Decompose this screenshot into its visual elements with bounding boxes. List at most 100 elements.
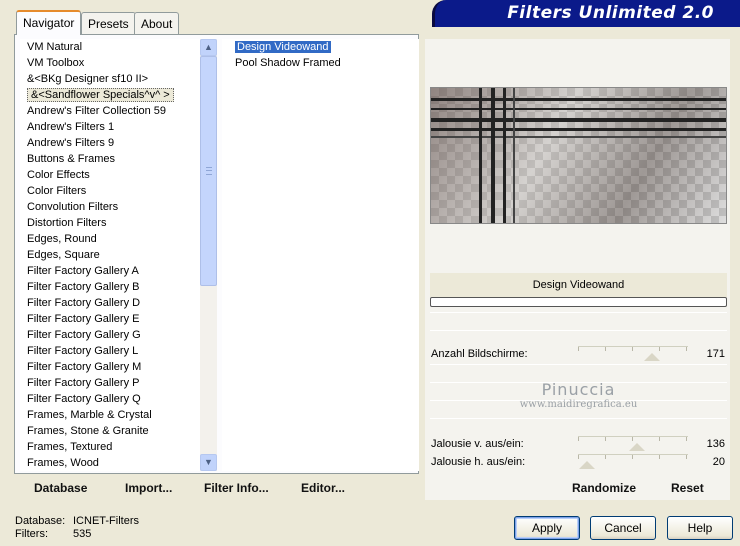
category-item[interactable]: Filter Factory Gallery Q: [20, 391, 200, 407]
cancel-button[interactable]: Cancel: [590, 516, 656, 540]
category-item-label: Filter Factory Gallery P: [27, 377, 140, 389]
category-item[interactable]: Frames, Textured: [20, 439, 200, 455]
tab-navigator[interactable]: Navigator: [16, 10, 82, 35]
filter-item-label: Pool Shadow Framed: [235, 57, 341, 69]
slider-tick: [659, 347, 660, 351]
slider-tick: [578, 455, 579, 459]
category-item-label: Andrew's Filters 1: [27, 121, 115, 133]
editor-button[interactable]: Editor...: [301, 481, 345, 495]
filter-item[interactable]: Design Videowand: [222, 39, 419, 55]
category-item-label: Color Filters: [27, 185, 87, 197]
help-button[interactable]: Help: [667, 516, 733, 540]
filter-list[interactable]: Design Videowand Pool Shadow Framed: [222, 39, 419, 471]
param-slider[interactable]: [578, 346, 688, 363]
category-item-label: VM Natural: [27, 41, 83, 53]
category-item[interactable]: Filter Factory Gallery P: [20, 375, 200, 391]
randomize-button[interactable]: Randomize: [572, 481, 636, 495]
category-item[interactable]: Filter Factory Gallery G: [20, 327, 200, 343]
scroll-thumb[interactable]: [200, 56, 217, 286]
tab-about[interactable]: About: [134, 12, 180, 34]
category-item[interactable]: Andrew's Filter Collection 59: [20, 103, 200, 119]
category-item-label: Andrew's Filter Collection 59: [27, 105, 167, 117]
category-item[interactable]: VM Toolbox: [20, 55, 200, 71]
category-item[interactable]: Andrew's Filters 1: [20, 119, 200, 135]
title-banner: Filters Unlimited 2.0: [432, 0, 740, 27]
slider-tick: [686, 347, 687, 351]
category-item[interactable]: Color Filters: [20, 183, 200, 199]
category-item[interactable]: Filter Factory Gallery M: [20, 359, 200, 375]
param-label: Jalousie v. aus/ein:: [431, 438, 524, 450]
status-filters: Filters: 535: [15, 528, 91, 540]
param-row-empty: [430, 418, 727, 435]
reset-button[interactable]: Reset: [671, 481, 704, 495]
category-item-label: Color Effects: [27, 169, 90, 181]
filter-item-label: Design Videowand: [235, 41, 331, 53]
category-item-label: Filter Factory Gallery M: [27, 361, 142, 373]
watermark-name: Pinuccia: [541, 380, 616, 399]
category-item[interactable]: Distortion Filters: [20, 215, 200, 231]
param-value: 136: [706, 438, 725, 450]
category-item-label: Frames, Marble & Crystal: [27, 409, 152, 421]
param-value: 171: [706, 348, 725, 360]
param-label: Jalousie h. aus/ein:: [431, 456, 526, 468]
slider-tick: [605, 437, 606, 441]
filter-item[interactable]: Pool Shadow Framed: [222, 55, 419, 71]
param-slider[interactable]: [578, 436, 688, 453]
category-list[interactable]: VM Natural VM Toolbox &<BKg Designer sf10 …: [20, 39, 200, 471]
apply-button[interactable]: Apply: [514, 516, 580, 540]
status-database: Database: ICNET-Filters: [15, 515, 139, 527]
status-database-value: ICNET-Filters: [73, 515, 139, 527]
slider-tick: [632, 347, 633, 351]
param-slider[interactable]: [578, 454, 688, 471]
category-item-label: Buttons & Frames: [27, 153, 116, 165]
category-item[interactable]: Convolution Filters: [20, 199, 200, 215]
category-item-label: Distortion Filters: [27, 217, 107, 229]
scroll-down-button[interactable]: ▼: [200, 454, 217, 471]
category-item[interactable]: Frames, Wood: [20, 455, 200, 471]
import-button[interactable]: Import...: [125, 481, 172, 495]
category-item-label: Filter Factory Gallery B: [27, 281, 140, 293]
category-item[interactable]: Edges, Square: [20, 247, 200, 263]
category-item[interactable]: Edges, Round: [20, 231, 200, 247]
category-item[interactable]: Filter Factory Gallery L: [20, 343, 200, 359]
category-item[interactable]: Color Effects: [20, 167, 200, 183]
category-item-label: Convolution Filters: [27, 201, 119, 213]
slider-tick: [605, 455, 606, 459]
category-item[interactable]: Filter Factory Gallery A: [20, 263, 200, 279]
category-item[interactable]: Frames, Stone & Granite: [20, 423, 200, 439]
category-item[interactable]: &<Sandflower Specials^v^ >: [20, 87, 200, 103]
filter-info-button[interactable]: Filter Info...: [204, 481, 269, 495]
slider-thumb[interactable]: [628, 443, 645, 451]
slider-thumb[interactable]: [578, 461, 595, 469]
category-item[interactable]: &<BKg Designer sf10 II>: [20, 71, 200, 87]
param-row-empty: [430, 364, 727, 381]
category-item-label: Frames, Wood: [27, 457, 99, 469]
database-button[interactable]: Database: [34, 481, 87, 495]
param-row-empty: [430, 330, 727, 347]
category-item-label: Filter Factory Gallery A: [27, 265, 139, 277]
param-row: Jalousie v. aus/ein: 136: [430, 436, 727, 453]
category-item-label: Edges, Round: [27, 233, 97, 245]
category-item[interactable]: Filter Factory Gallery B: [20, 279, 200, 295]
category-item[interactable]: Buttons & Frames: [20, 151, 200, 167]
category-item[interactable]: Filter Factory Gallery E: [20, 311, 200, 327]
category-item-label: Filter Factory Gallery G: [27, 329, 141, 341]
category-item[interactable]: Filter Factory Gallery D: [20, 295, 200, 311]
slider-thumb[interactable]: [643, 353, 660, 361]
category-item[interactable]: Frames, Marble & Crystal: [20, 407, 200, 423]
category-item-label: Filter Factory Gallery D: [27, 297, 141, 309]
category-item-label: Filter Factory Gallery L: [27, 345, 139, 357]
category-item[interactable]: VM Natural: [20, 39, 200, 55]
scroll-up-button[interactable]: ▲: [200, 39, 217, 56]
category-scrollbar[interactable]: ▲ ▼: [200, 39, 217, 471]
category-item[interactable]: Andrew's Filters 9: [20, 135, 200, 151]
category-item-label: &<BKg Designer sf10 II>: [27, 73, 149, 85]
current-filter-name: Design Videowand: [430, 273, 727, 297]
param-value: 20: [712, 456, 725, 468]
tab-label: Navigator: [23, 16, 75, 30]
category-item-label: Edges, Square: [27, 249, 100, 261]
tab-presets[interactable]: Presets: [81, 12, 136, 34]
slider-tick: [686, 455, 687, 459]
window-title: Filters Unlimited 2.0: [507, 3, 714, 23]
category-item-label: Frames, Stone & Granite: [27, 425, 149, 437]
